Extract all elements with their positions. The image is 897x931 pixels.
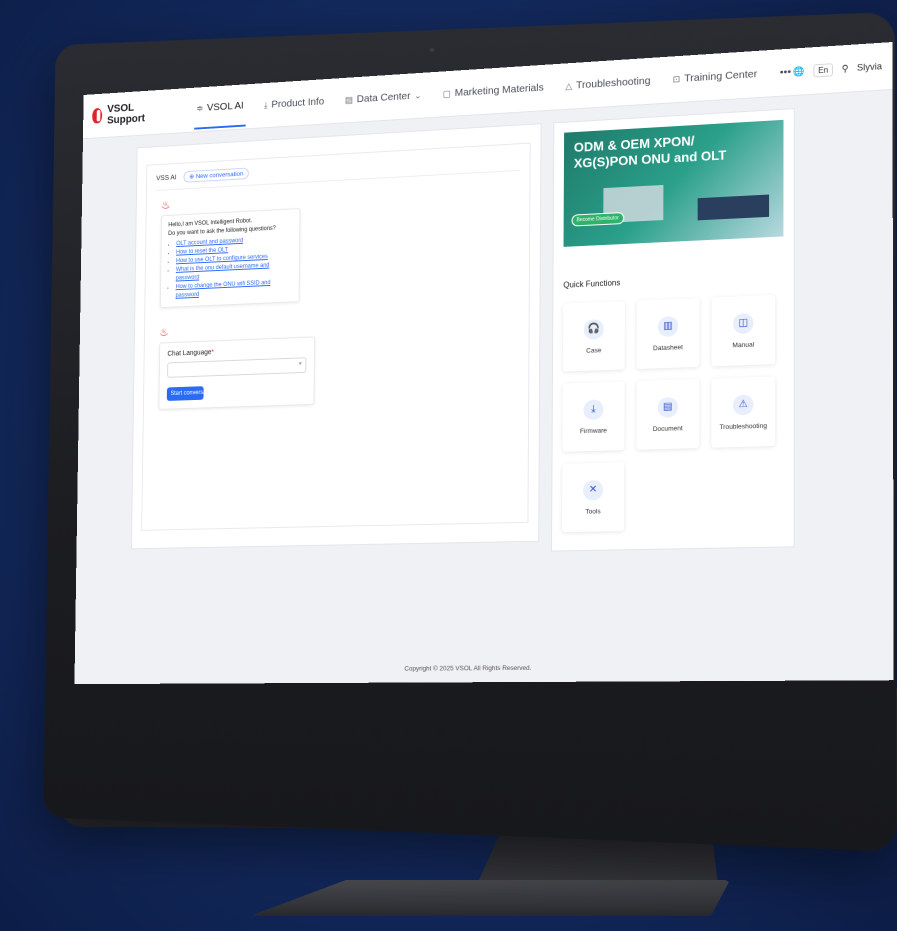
nav-label: Data Center xyxy=(357,90,411,105)
monitor: VSOL Support ≑ VSOL AI ⤓ Product Info ▤ … xyxy=(0,0,897,931)
chevron-down-icon: ⌄ xyxy=(414,90,421,101)
quick-functions-grid: 🎧 Case ▥ Datasheet ◫ Manual ⤓ Firmware ▤… xyxy=(562,294,783,532)
banner-title: ODM & OEM XPON/ XG(S)PON ONU and OLT xyxy=(574,130,745,172)
quick-function-firmware[interactable]: ⤓ Firmware xyxy=(562,382,624,452)
nav-item-product-info[interactable]: ⤓ Product Info xyxy=(262,81,326,125)
monitor-icon: ▢ xyxy=(443,88,451,99)
camera-dot xyxy=(430,48,434,52)
quick-function-document[interactable]: ▤ Document xyxy=(636,379,699,450)
nav-item-data-center[interactable]: ▤ Data Center ⌄ xyxy=(343,75,424,121)
user-icon[interactable]: ⚲ xyxy=(842,63,849,75)
tile-label: Case xyxy=(586,347,601,355)
suggested-question-link[interactable]: What is the onu default username and pas… xyxy=(176,263,270,282)
quick-function-tools[interactable]: ✕ Tools xyxy=(562,462,624,532)
suggested-question-link[interactable]: OLT account and password xyxy=(176,238,243,247)
footer-copyright: Copyright © 2025 VSOL All Rights Reserve… xyxy=(75,662,894,674)
header-tools: 🌐 En ⚲ Slyvia xyxy=(793,60,882,79)
quick-function-troubleshooting[interactable]: ⚠ Troubleshooting xyxy=(711,376,775,447)
chat-window: VSS AI ⊕ New conversation ♨ Hello,I am V… xyxy=(141,143,530,531)
document-icon: ▤ xyxy=(658,396,678,417)
quick-function-case[interactable]: 🎧 Case xyxy=(563,301,625,372)
chat-title: VSS AI xyxy=(156,174,176,182)
chat-panel: VSS AI ⊕ New conversation ♨ Hello,I am V… xyxy=(131,123,542,549)
document-icon: ▤ xyxy=(345,94,353,105)
brand-name: VSOL Support xyxy=(107,101,158,127)
chat-language-select[interactable] xyxy=(167,357,306,378)
suggested-question-link[interactable]: How to change the ONU wifi SSID and pass… xyxy=(175,280,270,299)
nav-label: VSOL AI xyxy=(207,100,244,114)
nav-item-troubleshooting[interactable]: △ Troubleshooting xyxy=(563,60,652,107)
tools-icon: ✕ xyxy=(583,479,603,500)
tile-label: Firmware xyxy=(580,427,607,435)
globe-icon[interactable]: 🌐 xyxy=(793,65,805,77)
main-content: VSS AI ⊕ New conversation ♨ Hello,I am V… xyxy=(76,90,893,560)
ai-menu-icon: ≑ xyxy=(196,103,203,114)
quick-functions-title: Quick Functions xyxy=(563,271,783,290)
tile-label: Tools xyxy=(585,508,600,515)
nav-item-vsol-ai[interactable]: ≑ VSOL AI xyxy=(194,86,245,129)
chat-language-form: Chat Language* Start conversati xyxy=(158,336,315,409)
tile-label: Troubleshooting xyxy=(719,422,767,431)
suggested-questions: OLT account and password How to reset th… xyxy=(167,235,292,302)
training-icon: ⊡ xyxy=(673,73,681,84)
brand-logo[interactable]: VSOL Support xyxy=(92,101,158,128)
nav-item-marketing-materials[interactable]: ▢ Marketing Materials xyxy=(441,67,546,115)
tile-label: Manual xyxy=(732,341,754,349)
tile-label: Datasheet xyxy=(653,344,683,352)
manual-icon: ◫ xyxy=(733,312,754,333)
new-conversation-button[interactable]: ⊕ New conversation xyxy=(184,168,249,183)
username[interactable]: Slyvia xyxy=(857,61,882,73)
chat-language-label: Chat Language* xyxy=(167,346,306,358)
monitor-stand-base xyxy=(250,880,730,916)
nav-item-training-center[interactable]: ⊡ Training Center xyxy=(671,53,760,101)
bot-greeting-message: Hello,I am VSOL Intelligent Robot. Do yo… xyxy=(160,208,301,308)
vsol-logo-icon xyxy=(92,108,102,124)
download-icon: ⤓ xyxy=(583,399,603,420)
chat-header: VSS AI ⊕ New conversation xyxy=(156,152,520,191)
nav-label: Product Info xyxy=(271,96,324,111)
robot-avatar-icon: ♨ xyxy=(161,200,172,212)
headset-icon: 🎧 xyxy=(584,318,604,339)
quick-function-datasheet[interactable]: ▥ Datasheet xyxy=(637,298,700,369)
nav-label: Training Center xyxy=(684,68,757,85)
download-icon: ⤓ xyxy=(264,100,268,111)
nav-more-button[interactable]: ••• xyxy=(778,51,793,94)
nav-label: Marketing Materials xyxy=(455,82,544,99)
robot-avatar-icon: ♨ xyxy=(159,327,170,339)
banner-product-image xyxy=(698,195,769,221)
required-mark: * xyxy=(211,349,214,356)
side-panel: ODM & OEM XPON/ XG(S)PON ONU and OLT Bec… xyxy=(551,108,795,552)
promo-banner[interactable]: ODM & OEM XPON/ XG(S)PON ONU and OLT Bec… xyxy=(564,120,784,247)
nav-label: Troubleshooting xyxy=(576,75,650,92)
book-icon: ▥ xyxy=(658,315,678,336)
warning-icon: △ xyxy=(565,80,572,91)
become-distributor-button[interactable]: Become Distributor xyxy=(572,212,624,227)
language-selector[interactable]: En xyxy=(813,63,833,77)
start-conversation-button[interactable]: Start conversati xyxy=(167,386,204,401)
screen: VSOL Support ≑ VSOL AI ⤓ Product Info ▤ … xyxy=(74,42,893,684)
quick-function-manual[interactable]: ◫ Manual xyxy=(712,295,776,367)
label-text: Chat Language xyxy=(167,349,211,357)
tile-label: Document xyxy=(653,425,683,433)
warning-icon: ⚠ xyxy=(733,394,754,415)
